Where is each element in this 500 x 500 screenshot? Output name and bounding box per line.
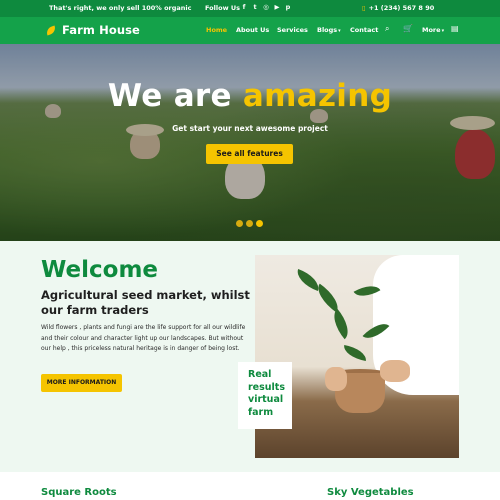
welcome-subtitle: Agricultural seed market, whilst our far… — [41, 288, 250, 317]
search-icon[interactable]: ⌕ — [385, 24, 389, 34]
facebook-icon[interactable]: f — [240, 3, 248, 12]
hero-title-accent: amazing — [242, 78, 393, 114]
nav-item-contact[interactable]: Contact — [350, 26, 378, 34]
cart-icon[interactable]: 🛒 — [403, 24, 413, 33]
menu-grid-icon[interactable]: ▤ — [451, 24, 459, 33]
more-information-button[interactable]: MORE INFORMATION — [41, 374, 122, 392]
welcome-title: Welcome — [41, 257, 159, 283]
hero-title-plain: We are — [107, 78, 243, 114]
slider-dots — [236, 220, 263, 227]
brand-name: Farm House — [62, 23, 140, 37]
phone-contact[interactable]: ▯ +1 (234) 567 8 90 — [362, 4, 434, 12]
badge-line: virtual — [248, 394, 284, 405]
main-navbar: Farm House Home About Us Services Blogs▾… — [0, 17, 500, 44]
phone-icon: ▯ — [362, 4, 366, 12]
welcome-section: Welcome Agricultural seed market, whilst… — [0, 241, 500, 472]
badge-line: results — [248, 381, 285, 393]
leaf-icon — [45, 25, 57, 35]
see-all-features-button[interactable]: See all features — [206, 144, 293, 164]
plant-leaf — [326, 308, 356, 340]
products-section: Square Roots Sky Vegetables — [0, 472, 500, 500]
hero-subtitle: Get start your next awesome project — [172, 124, 328, 133]
nav-item-blogs[interactable]: Blogs▾ — [317, 26, 341, 34]
nav-item-home[interactable]: Home — [206, 26, 227, 34]
more-menu[interactable]: More▾ — [422, 26, 444, 34]
hand — [325, 367, 347, 391]
twitter-icon[interactable]: t — [251, 3, 259, 12]
slider-dot[interactable] — [246, 220, 253, 227]
youtube-icon[interactable]: ▶ — [273, 3, 281, 12]
slider-dot-active[interactable] — [256, 220, 263, 227]
follow-us-label: Follow Us — [205, 4, 240, 12]
hero-overlay — [0, 44, 500, 241]
more-label: More — [422, 26, 441, 34]
square-roots-title: Square Roots — [41, 487, 117, 498]
organic-tagline: That's right, we only sell 100% organic — [49, 4, 192, 12]
plant-leaf — [342, 345, 368, 361]
pinterest-icon[interactable]: p — [284, 3, 292, 12]
sky-vegetables-title: Sky Vegetables — [327, 487, 414, 498]
hero-banner: We are amazing Get start your next aweso… — [0, 44, 500, 241]
nav-item-about-us[interactable]: About Us — [236, 26, 269, 34]
chevron-down-icon: ▾ — [441, 28, 445, 34]
hero-title: We are amazing — [0, 78, 500, 114]
badge-line: farm — [248, 406, 274, 418]
phone-number: +1 (234) 567 8 90 — [368, 4, 435, 12]
social-links: f t ◎ ▶ p — [240, 3, 292, 12]
top-info-bar: That's right, we only sell 100% organic … — [0, 0, 500, 17]
slider-dot[interactable] — [236, 220, 243, 227]
instagram-icon[interactable]: ◎ — [262, 3, 270, 12]
chevron-down-icon: ▾ — [338, 28, 341, 34]
welcome-body: Wild flowers , plants and fungi are the … — [41, 324, 246, 352]
nav-item-services[interactable]: Services — [277, 26, 308, 34]
real-results-badge: Real results virtual farm — [238, 362, 292, 429]
nav-item-blogs-label: Blogs — [317, 26, 338, 34]
brand-logo[interactable]: Farm House — [45, 23, 140, 37]
hand — [380, 360, 410, 382]
badge-line: Real — [248, 369, 272, 380]
